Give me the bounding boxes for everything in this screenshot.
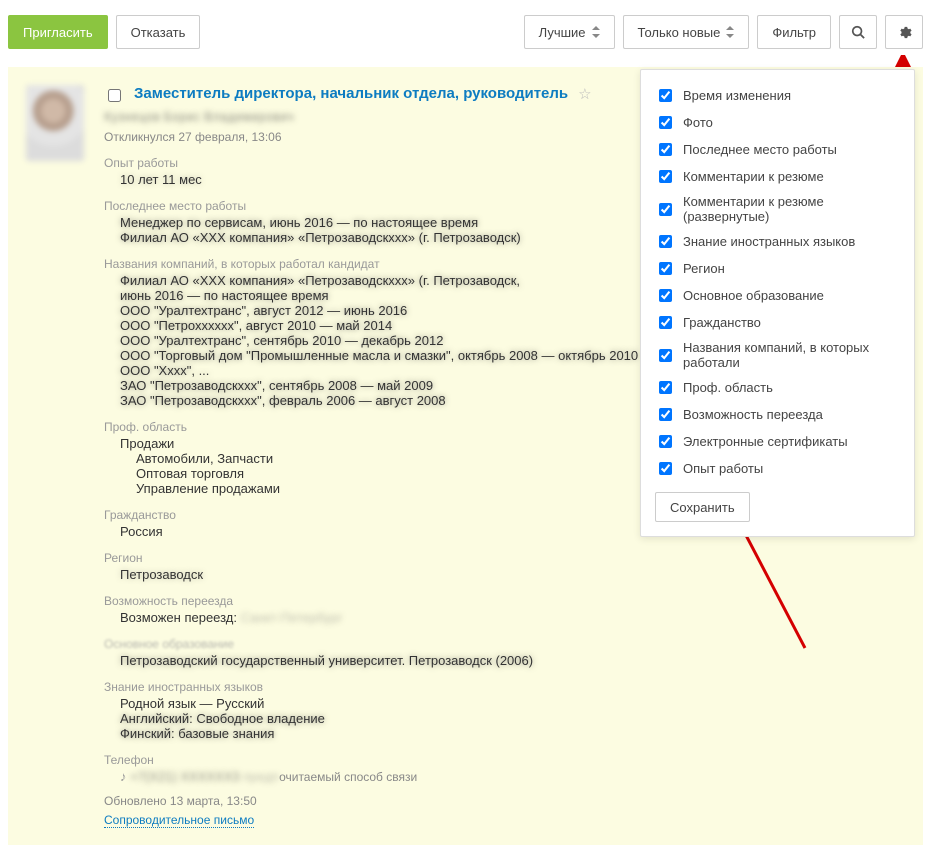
- column-option-checkbox[interactable]: [659, 289, 672, 302]
- favorite-star-icon[interactable]: ☆: [578, 85, 591, 103]
- phone-value: ♪ +7(X21) XXXXXX3 предпочитаемый способ …: [120, 769, 899, 784]
- select-resume-checkbox[interactable]: [108, 89, 121, 102]
- phone-suffix: очитаемый способ связи: [279, 770, 417, 784]
- filter-new-label: Только новые: [638, 25, 721, 40]
- language-row: Английский: Свободное владение: [120, 711, 899, 726]
- column-option[interactable]: Время изменения: [655, 82, 900, 109]
- column-option-label: Последнее место работы: [683, 142, 837, 157]
- column-option-checkbox[interactable]: [659, 235, 672, 248]
- column-option-label: Знание иностранных языков: [683, 234, 855, 249]
- column-option-checkbox[interactable]: [659, 349, 672, 362]
- column-option[interactable]: Регион: [655, 255, 900, 282]
- education-label: Основное образование: [104, 637, 899, 651]
- column-option-label: Опыт работы: [683, 461, 763, 476]
- column-option-checkbox[interactable]: [659, 203, 672, 216]
- sort-best-label: Лучшие: [539, 25, 586, 40]
- column-option-checkbox[interactable]: [659, 408, 672, 421]
- search-icon: [851, 25, 865, 39]
- column-option-checkbox[interactable]: [659, 462, 672, 475]
- column-option[interactable]: Знание иностранных языков: [655, 228, 900, 255]
- filter-new-button[interactable]: Только новые: [623, 15, 750, 49]
- cover-letter-link[interactable]: Сопроводительное письмо: [104, 813, 254, 828]
- column-option-checkbox[interactable]: [659, 170, 672, 183]
- phone-pref: предп: [243, 769, 279, 784]
- region-value: Петрозаводск: [120, 567, 899, 582]
- column-option[interactable]: Комментарии к резюме (развернутые): [655, 190, 900, 228]
- column-option-checkbox[interactable]: [659, 116, 672, 129]
- column-option[interactable]: Проф. область: [655, 374, 900, 401]
- column-option-label: Комментарии к резюме: [683, 169, 824, 184]
- invite-button[interactable]: Пригласить: [8, 15, 108, 49]
- column-option-label: Основное образование: [683, 288, 824, 303]
- column-option[interactable]: Гражданство: [655, 309, 900, 336]
- resume-title-link[interactable]: Заместитель директора, начальник отдела,…: [134, 85, 568, 102]
- column-option-label: Названия компаний, в которых работали: [683, 340, 900, 370]
- column-option-checkbox[interactable]: [659, 381, 672, 394]
- settings-button[interactable]: [885, 15, 923, 49]
- column-option-label: Возможность переезда: [683, 407, 823, 422]
- relocation-value: Возможен переезд: Санкт-Петербург: [120, 610, 899, 625]
- language-row: Финский: базовые знания: [120, 726, 899, 741]
- column-option-label: Проф. область: [683, 380, 773, 395]
- column-option[interactable]: Последнее место работы: [655, 136, 900, 163]
- updated-meta: Обновлено 13 марта, 13:50: [104, 794, 899, 808]
- column-option-checkbox[interactable]: [659, 316, 672, 329]
- column-option-label: Электронные сертификаты: [683, 434, 848, 449]
- language-native: Родной язык — Русский: [120, 696, 899, 711]
- sort-arrows-icon: [726, 26, 734, 38]
- sort-best-button[interactable]: Лучшие: [524, 15, 615, 49]
- column-option[interactable]: Электронные сертификаты: [655, 428, 900, 455]
- relocation-prefix: Возможен переезд:: [120, 610, 237, 625]
- column-option-label: Комментарии к резюме (развернутые): [683, 194, 900, 224]
- column-option-checkbox[interactable]: [659, 143, 672, 156]
- gear-icon: [897, 25, 912, 40]
- column-option[interactable]: Основное образование: [655, 282, 900, 309]
- languages-label: Знание иностранных языков: [104, 680, 899, 694]
- phone-number: +7(X21) XXXXXX3: [130, 769, 239, 784]
- search-button[interactable]: [839, 15, 877, 49]
- filter-button[interactable]: Фильтр: [757, 15, 831, 49]
- education-value: Петрозаводский государственный университ…: [120, 653, 899, 668]
- reject-button[interactable]: Отказать: [116, 15, 201, 49]
- sort-arrows-icon: [592, 26, 600, 38]
- region-label: Регион: [104, 551, 899, 565]
- column-option-label: Регион: [683, 261, 725, 276]
- phone-icon: ♪: [120, 769, 127, 784]
- relocation-label: Возможность переезда: [104, 594, 899, 608]
- columns-dropdown: Время изменения Фото Последнее место работ…: [640, 69, 915, 537]
- phone-label: Телефон: [104, 753, 899, 767]
- column-option-checkbox[interactable]: [659, 89, 672, 102]
- column-option-checkbox[interactable]: [659, 262, 672, 275]
- column-option[interactable]: Опыт работы: [655, 455, 900, 482]
- column-option[interactable]: Возможность переезда: [655, 401, 900, 428]
- column-option-label: Время изменения: [683, 88, 791, 103]
- avatar: [26, 85, 84, 161]
- relocation-city: Санкт-Петербург: [241, 610, 343, 625]
- column-option-checkbox[interactable]: [659, 435, 672, 448]
- column-option[interactable]: Названия компаний, в которых работали: [655, 336, 900, 374]
- column-option-label: Гражданство: [683, 315, 761, 330]
- column-option[interactable]: Фото: [655, 109, 900, 136]
- column-option-label: Фото: [683, 115, 713, 130]
- save-columns-button[interactable]: Сохранить: [655, 492, 750, 522]
- column-option[interactable]: Комментарии к резюме: [655, 163, 900, 190]
